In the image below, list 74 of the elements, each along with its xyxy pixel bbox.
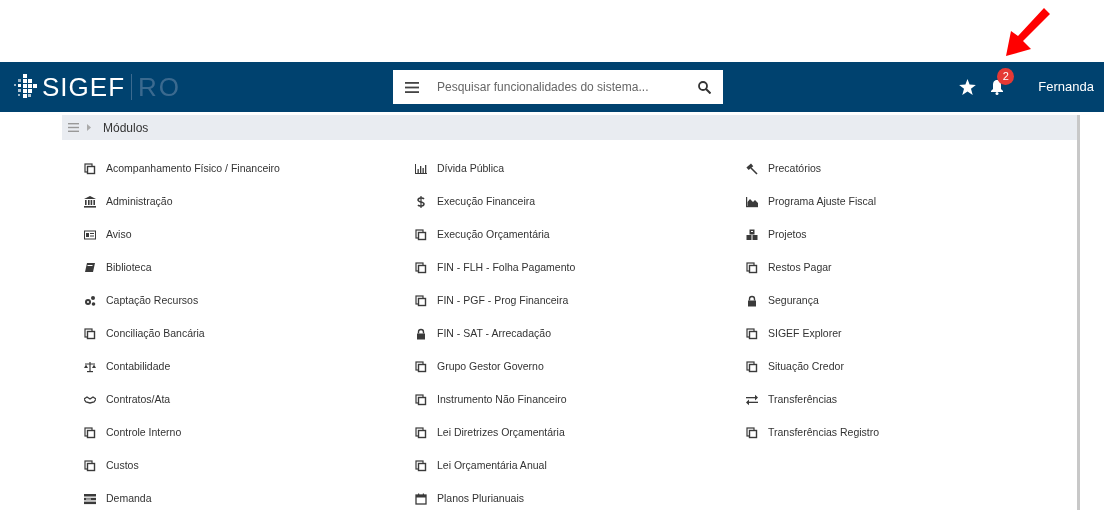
module-link[interactable]: Captação Recursos <box>84 284 415 317</box>
star-icon[interactable] <box>959 79 977 95</box>
module-link[interactable]: FIN - SAT - Arrecadação <box>415 317 746 350</box>
module-link[interactable]: SIGEF Explorer <box>746 317 1077 350</box>
menu-icon[interactable] <box>405 81 419 93</box>
gears-icon <box>84 294 96 307</box>
user-name[interactable]: Fernanda <box>1038 77 1094 97</box>
dollar-icon <box>415 195 427 208</box>
module-link[interactable]: Dívida Pública <box>415 152 746 185</box>
module-link[interactable]: FIN - FLH - Folha Pagamento <box>415 251 746 284</box>
module-link[interactable]: Programa Ajuste Fiscal <box>746 185 1077 218</box>
caret-icon <box>87 124 91 131</box>
copy-icon <box>415 294 427 307</box>
module-link[interactable]: Transferências Registro <box>746 416 1077 449</box>
module-link[interactable]: Conciliação Bancária <box>84 317 415 350</box>
module-link[interactable]: Biblioteca <box>84 251 415 284</box>
search-bar[interactable]: Pesquisar funcionalidades do sistema... <box>393 70 723 104</box>
panel-title: Módulos <box>103 119 149 137</box>
module-link[interactable]: Grupo Gestor Governo <box>415 350 746 383</box>
module-link[interactable]: Contratos/Ata <box>84 383 415 416</box>
exchange-icon <box>746 393 758 406</box>
module-link[interactable]: Lei Orçamentária Anual <box>415 449 746 482</box>
copy-icon <box>415 393 427 406</box>
area-chart-icon <box>746 195 758 208</box>
copy-icon <box>415 261 427 274</box>
module-link[interactable]: Demanda <box>84 482 415 510</box>
module-link[interactable]: Precatórios <box>746 152 1077 185</box>
search-icon[interactable] <box>698 80 711 94</box>
scale-icon <box>84 360 96 373</box>
module-link[interactable]: Execução Orçamentária <box>415 218 746 251</box>
module-link[interactable]: Planos Plurianuais <box>415 482 746 510</box>
copy-icon <box>84 459 96 472</box>
module-link[interactable]: Instrumento Não Financeiro <box>415 383 746 416</box>
logo-icon <box>14 74 38 100</box>
module-link[interactable]: Administração <box>84 185 415 218</box>
module-link[interactable]: Custos <box>84 449 415 482</box>
copy-icon <box>84 327 96 340</box>
copy-icon <box>746 426 758 439</box>
copy-icon <box>84 162 96 175</box>
lock-icon <box>746 294 758 307</box>
copy-icon <box>746 327 758 340</box>
copy-icon <box>746 261 758 274</box>
copy-icon <box>415 459 427 472</box>
cubes-icon <box>746 228 758 241</box>
bell-icon[interactable] <box>990 79 1005 95</box>
gavel-icon <box>746 162 758 175</box>
list-icon <box>84 492 96 505</box>
module-link[interactable]: Projetos <box>746 218 1077 251</box>
copy-icon <box>746 360 758 373</box>
copy-icon <box>415 360 427 373</box>
module-link[interactable]: FIN - PGF - Prog Financeira <box>415 284 746 317</box>
module-link[interactable]: Aviso <box>84 218 415 251</box>
bank-icon <box>84 195 96 208</box>
module-link[interactable]: Situação Credor <box>746 350 1077 383</box>
copy-icon <box>84 426 96 439</box>
logo-text: SIGEF <box>42 74 125 100</box>
module-link[interactable]: Transferências <box>746 383 1077 416</box>
module-link[interactable]: Contabilidade <box>84 350 415 383</box>
module-link[interactable]: Segurança <box>746 284 1077 317</box>
lock-icon <box>415 327 427 340</box>
logo-subtitle: RO <box>131 74 181 100</box>
annotation-arrow <box>1004 8 1050 56</box>
module-link[interactable]: Restos Pagar <box>746 251 1077 284</box>
module-link[interactable]: Lei Diretrizes Orçamentária <box>415 416 746 449</box>
calendar-icon <box>415 492 427 505</box>
id-card-icon <box>84 228 96 241</box>
book-icon <box>84 261 96 274</box>
module-link[interactable]: Acompanhamento Físico / Financeiro <box>84 152 415 185</box>
bar-chart-icon <box>415 162 427 175</box>
copy-icon <box>415 228 427 241</box>
copy-icon <box>415 426 427 439</box>
module-link[interactable]: Execução Financeira <box>415 185 746 218</box>
notification-badge: 2 <box>997 68 1015 85</box>
module-link[interactable]: Controle Interno <box>84 416 415 449</box>
